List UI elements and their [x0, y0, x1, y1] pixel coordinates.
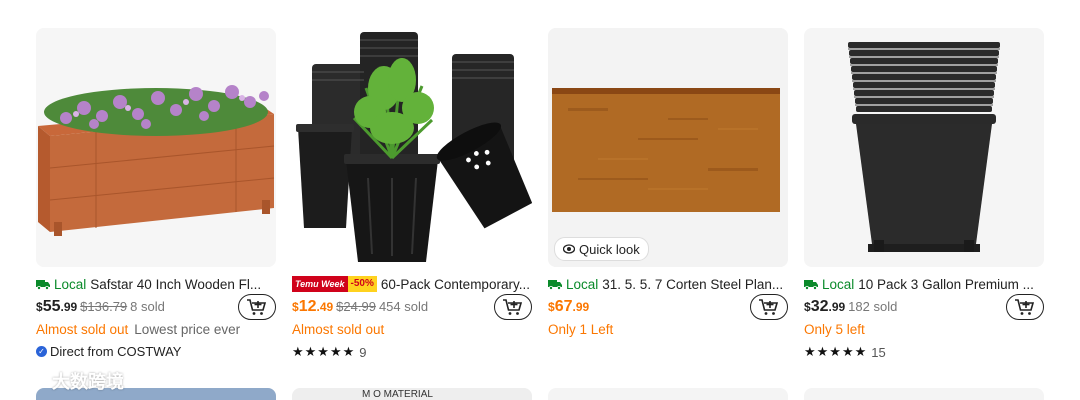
quick-look-label: Quick look — [579, 241, 640, 257]
current-price: $67.99 — [548, 298, 590, 315]
truck-icon — [36, 279, 50, 290]
product-image[interactable]: Quick look — [548, 28, 788, 267]
local-label: Local — [822, 276, 855, 292]
product-card[interactable]: Local 10 Pack 3 Gallon Premium ... $32.9… — [804, 28, 1044, 360]
discount-badge: -50% — [347, 276, 377, 292]
original-price: $136.79 — [80, 299, 128, 314]
promo-badge: Temu Week -50% — [292, 276, 377, 292]
price-row: $55.99 $136.79 8 sold — [36, 298, 165, 320]
star-rating-icon: ★★★★★ — [804, 344, 868, 359]
product-card[interactable]: Local Safstar 40 Inch Wooden Fl... $55.9… — [36, 28, 276, 359]
status-row: Almost sold out Lowest price ever — [36, 322, 240, 337]
rating-row[interactable]: ★★★★★ 15 — [804, 344, 886, 360]
product-title[interactable]: 10 Pack 3 Gallon Premium ... — [858, 277, 1034, 292]
local-badge: Local — [36, 277, 86, 292]
price-row: $67.99 — [548, 298, 589, 320]
cart-plus-icon — [247, 299, 267, 315]
cart-plus-icon — [1015, 299, 1035, 315]
product-title[interactable]: 60-Pack Contemporary... — [381, 277, 530, 292]
rating-count: 9 — [359, 344, 367, 360]
product-title-row[interactable]: Local 31. 5. 5. 7 Corten Steel Plan... — [548, 275, 788, 293]
product-title[interactable]: Safstar 40 Inch Wooden Fl... — [90, 277, 261, 292]
add-to-cart-button[interactable] — [750, 294, 788, 320]
product-title[interactable]: 31. 5. 5. 7 Corten Steel Plan... — [602, 277, 783, 292]
add-to-cart-button[interactable] — [238, 294, 276, 320]
product-card[interactable]: Quick look Local 31. 5. 5. 7 Corten Stee… — [548, 28, 788, 337]
product-image[interactable] — [292, 28, 532, 267]
original-price: $24.99 — [336, 299, 376, 314]
product-title-row[interactable]: Local 10 Pack 3 Gallon Premium ... — [804, 275, 1044, 293]
seller-label[interactable]: Direct from COSTWAY — [50, 344, 181, 359]
product-title-row[interactable]: Temu Week -50% 60-Pack Contemporary... — [292, 275, 532, 293]
current-price: $55.99 — [36, 298, 78, 315]
status-row: Almost sold out — [292, 322, 384, 337]
product-title-row[interactable]: Local Safstar 40 Inch Wooden Fl... — [36, 275, 276, 293]
status-row: Only 1 Left — [548, 322, 613, 337]
stock-status: Only 1 Left — [548, 322, 614, 337]
watermark-text: 大数跨境 — [52, 372, 124, 392]
stock-status: Almost sold out — [292, 322, 385, 337]
verified-icon: ✓ — [36, 346, 47, 357]
temu-week-badge: Temu Week — [292, 276, 348, 292]
truck-icon — [548, 279, 562, 290]
product-image[interactable]: M O MATERIAL — [292, 388, 532, 400]
cart-plus-icon — [759, 299, 779, 315]
watermark: 大数跨境 — [8, 368, 124, 394]
current-price: $12.49 — [292, 298, 334, 315]
seller-row[interactable]: ✓ Direct from COSTWAY — [36, 344, 181, 359]
product-image[interactable] — [804, 388, 1044, 400]
quick-look-button[interactable]: Quick look — [554, 237, 649, 261]
local-badge: Local — [804, 277, 854, 292]
stock-status: Almost sold out — [36, 322, 129, 337]
status-row: Only 5 left — [804, 322, 865, 337]
product-image[interactable] — [548, 388, 788, 400]
sold-count: 454 sold — [378, 299, 429, 314]
sold-count: 8 sold — [130, 299, 165, 314]
add-to-cart-button[interactable] — [1006, 294, 1044, 320]
sold-count: 182 sold — [848, 299, 898, 314]
star-rating-icon: ★★★★★ — [292, 344, 356, 359]
watermark-logo-icon — [10, 373, 45, 388]
eye-icon — [563, 244, 575, 254]
next-row-caption: M O MATERIAL — [362, 389, 433, 400]
rating-count: 15 — [871, 344, 886, 360]
local-label: Local — [566, 276, 599, 292]
stock-status: Only 5 left — [804, 322, 865, 337]
local-label: Local — [54, 276, 87, 292]
price-note: Lowest price ever — [134, 322, 241, 337]
local-badge: Local — [548, 277, 598, 292]
price-row: $12.49 $24.99 454 sold — [292, 298, 428, 320]
price-row: $32.99 182 sold — [804, 298, 897, 320]
rating-row[interactable]: ★★★★★ 9 — [292, 344, 367, 360]
cart-plus-icon — [503, 299, 523, 315]
product-card[interactable]: Temu Week -50% 60-Pack Contemporary... $1… — [292, 28, 532, 360]
current-price: $32.99 — [804, 298, 846, 315]
product-image[interactable] — [36, 28, 276, 267]
truck-icon — [804, 279, 818, 290]
add-to-cart-button[interactable] — [494, 294, 532, 320]
product-image[interactable] — [804, 28, 1044, 267]
